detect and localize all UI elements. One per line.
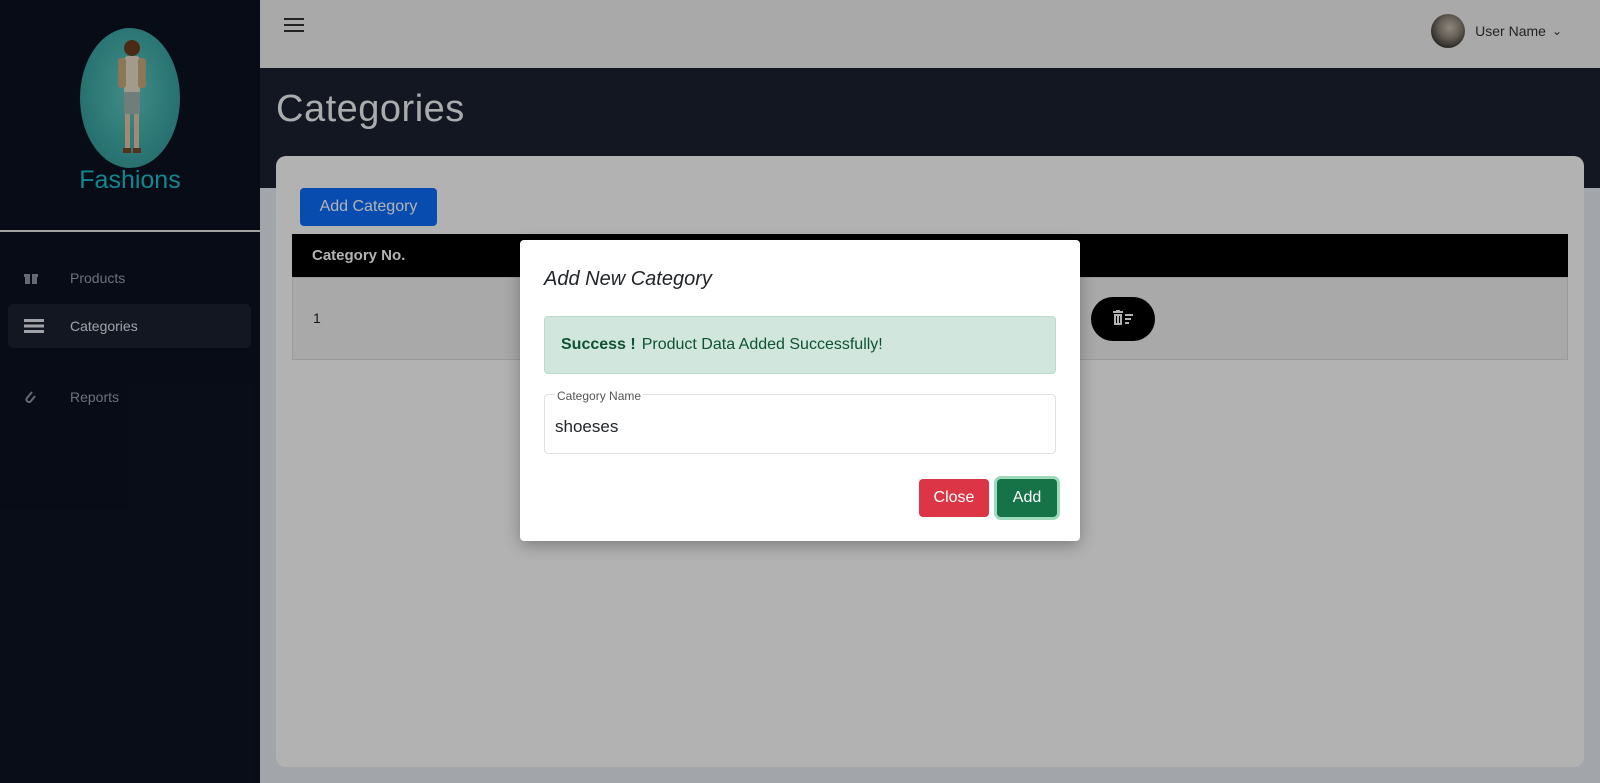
add-category-modal: Add New Category Success ! Product Data … [520,240,1080,541]
field-label: Category Name [555,389,644,403]
close-button[interactable]: Close [919,479,989,517]
success-alert: Success ! Product Data Added Successfull… [544,316,1056,374]
add-button[interactable]: Add [997,479,1057,517]
alert-strong: Success ! [561,336,636,353]
modal-title: Add New Category [544,268,712,290]
category-name-input[interactable] [555,417,1045,437]
alert-message: Product Data Added Successfully! [641,336,883,353]
category-name-field: Category Name [544,389,1056,454]
